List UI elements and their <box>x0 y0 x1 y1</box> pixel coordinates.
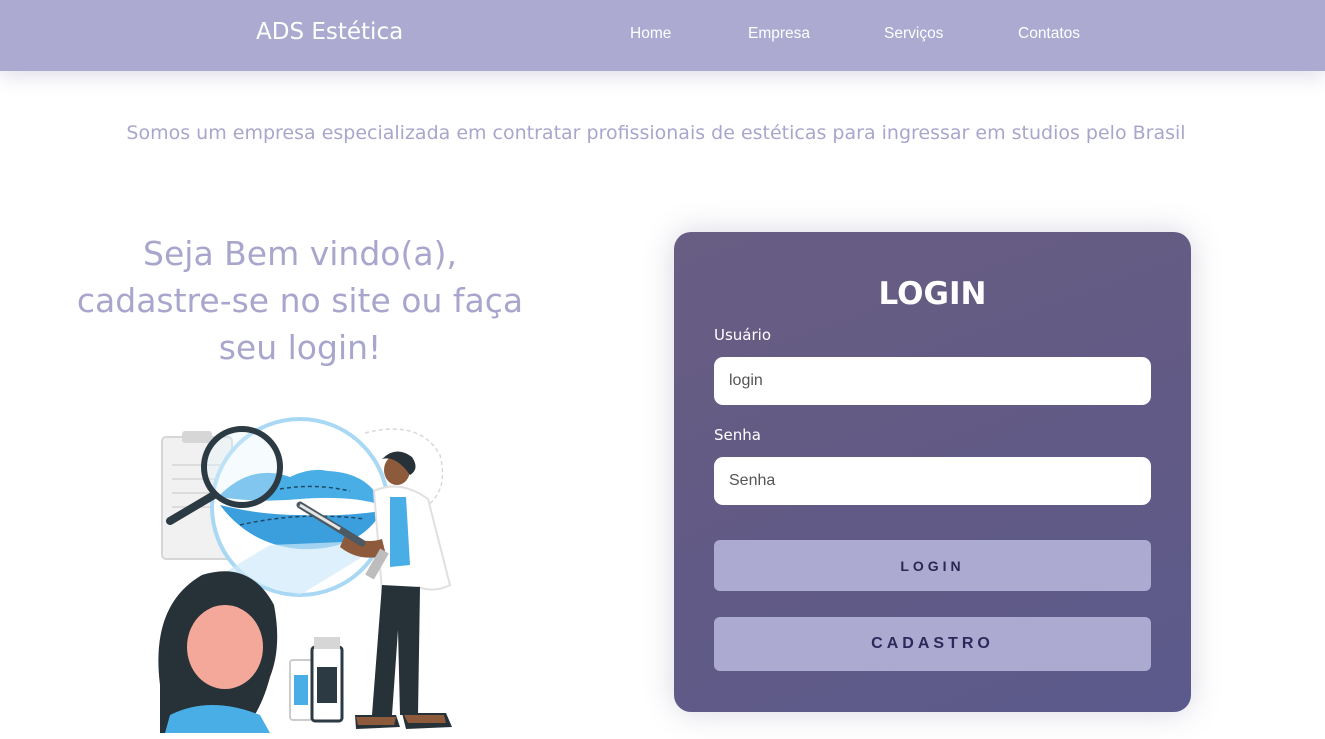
username-label: Usuário <box>714 326 772 344</box>
welcome-heading: Seja Bem vindo(a), cadastre-se no site o… <box>70 230 530 371</box>
nav-link-empresa[interactable]: Empresa <box>748 25 810 43</box>
welcome-line-3: seu login! <box>218 328 382 367</box>
login-title: LOGIN <box>878 276 987 312</box>
nav-link-contatos[interactable]: Contatos <box>1018 25 1080 43</box>
esthetician-illustration <box>150 415 460 739</box>
esthetician-lips-icon <box>158 417 452 733</box>
register-button[interactable]: CADASTRO <box>714 617 1151 671</box>
company-tagline: Somos um empresa especializada em contra… <box>126 122 1186 144</box>
password-label: Senha <box>714 426 761 444</box>
login-button[interactable]: LOGIN <box>714 540 1151 591</box>
password-input[interactable] <box>714 457 1151 505</box>
login-card: LOGIN Usuário Senha LOGIN CADASTRO <box>674 232 1191 712</box>
welcome-line-2: cadastre-se no site ou faça <box>76 281 524 320</box>
nav-link-home[interactable]: Home <box>630 25 671 43</box>
nav-link-servicos[interactable]: Serviços <box>884 25 943 43</box>
welcome-line-1: Seja Bem vindo(a), <box>143 234 457 273</box>
navbar: ADS Estética Home Empresa Serviços Conta… <box>0 0 1325 71</box>
brand-logo[interactable]: ADS Estética <box>256 19 403 45</box>
username-input[interactable] <box>714 357 1151 405</box>
